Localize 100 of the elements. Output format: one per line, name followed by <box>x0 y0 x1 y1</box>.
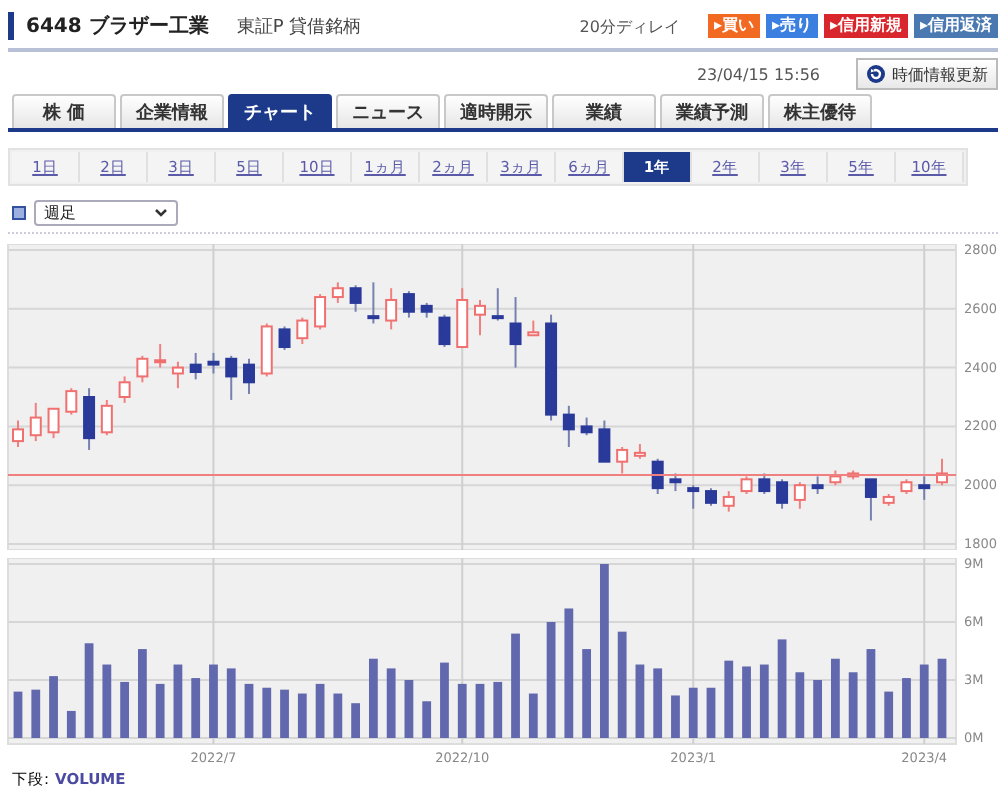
volume-bar <box>66 710 76 738</box>
stock-title: 6448 ブラザー工業 <box>8 12 209 40</box>
nav-tab[interactable]: 株主優待 <box>768 94 872 128</box>
volume-bar <box>688 687 698 738</box>
volume-bar <box>759 664 769 738</box>
candle <box>12 419 24 448</box>
candle <box>171 360 184 390</box>
caret-icon <box>154 208 168 218</box>
candle <box>385 287 398 331</box>
nav-tab[interactable]: ニュース <box>336 94 440 128</box>
volume-bar <box>493 681 503 738</box>
volume-bar <box>173 664 183 738</box>
trade-button[interactable]: ▸信用新規 <box>823 14 908 38</box>
candle <box>811 475 824 495</box>
candle <box>491 287 504 322</box>
volume-bar <box>138 649 147 738</box>
trade-button[interactable]: ▸買い <box>707 14 760 38</box>
volume-bar <box>457 683 467 738</box>
volume-bar <box>511 633 520 738</box>
volume-bar <box>582 649 591 738</box>
trade-button[interactable]: ▸信用返済 <box>913 14 998 38</box>
candle <box>527 319 540 337</box>
candle <box>65 387 78 416</box>
volume-bar <box>937 658 947 738</box>
volume-bar <box>866 649 876 738</box>
candle <box>793 481 806 510</box>
volume-bar <box>226 668 236 738</box>
candle <box>758 472 771 495</box>
nav-tab[interactable]: 適時開示 <box>444 94 548 128</box>
candle <box>651 457 664 495</box>
candle <box>474 299 486 337</box>
refresh-button[interactable]: 時価情報更新 <box>856 58 998 90</box>
volume-bar <box>209 664 218 738</box>
volume-bar <box>742 666 751 738</box>
candle <box>296 316 309 346</box>
delay-label: 20分ディレイ <box>579 15 680 37</box>
volume-bar <box>617 631 627 738</box>
candle <box>402 290 415 319</box>
volume-bar <box>724 660 734 738</box>
nav-tab[interactable]: 業績予測 <box>660 94 764 128</box>
candle <box>633 443 646 460</box>
volume-bar <box>13 691 23 738</box>
trade-button[interactable]: ▸売り <box>765 14 818 38</box>
volume-bar <box>102 664 112 738</box>
candle <box>349 284 362 313</box>
volume-bar <box>831 658 840 738</box>
candle <box>100 398 113 437</box>
volume-bar <box>635 664 645 738</box>
nav-tab[interactable]: 株 価 <box>12 94 116 128</box>
interval-dropdown[interactable]: 週足 <box>34 200 178 226</box>
candle <box>616 446 629 475</box>
candle <box>509 296 522 369</box>
volume-bar <box>813 680 822 738</box>
volume-bar <box>564 608 574 738</box>
candle <box>456 287 469 348</box>
candle <box>29 401 42 443</box>
candle <box>207 351 220 375</box>
candle <box>243 357 255 396</box>
candle <box>331 281 344 304</box>
candle <box>562 404 575 448</box>
candle <box>136 354 149 384</box>
volume-bar <box>653 668 663 738</box>
candle <box>314 293 327 331</box>
candle <box>918 475 931 501</box>
volume-bar <box>31 689 41 738</box>
candle <box>154 343 167 369</box>
candle <box>278 325 291 351</box>
volume-bar <box>528 693 538 738</box>
candle <box>260 322 273 378</box>
volume-bar <box>706 687 716 738</box>
volume-bar <box>280 689 289 738</box>
volume-bar <box>120 681 129 738</box>
volume-bar <box>422 701 432 738</box>
volume-bar <box>333 693 343 738</box>
timestamp: 23/04/15 15:56 <box>696 65 820 83</box>
candle <box>705 487 717 507</box>
candle <box>669 472 682 493</box>
candle <box>687 484 700 510</box>
volume-bar <box>297 693 307 738</box>
candle <box>545 313 558 422</box>
volume-bar <box>244 683 254 738</box>
volume-bar <box>475 683 485 738</box>
volume-bar <box>440 662 449 738</box>
candle <box>189 351 202 381</box>
candle <box>740 475 753 495</box>
candle <box>83 387 96 451</box>
volume-bar <box>404 680 414 738</box>
nav-tab[interactable]: 業績 <box>552 94 656 128</box>
candle <box>580 416 593 437</box>
volume-bar <box>369 658 378 738</box>
volume-bar <box>315 683 325 738</box>
candle <box>225 354 238 401</box>
volume-bar <box>848 672 858 738</box>
nav-tab[interactable]: 企業情報 <box>120 94 224 128</box>
candle <box>47 407 60 440</box>
volume-bar <box>262 687 272 738</box>
volume-bar <box>191 678 201 738</box>
nav-tab[interactable]: チャート <box>228 94 332 128</box>
candle <box>598 419 611 463</box>
candle <box>367 281 380 325</box>
